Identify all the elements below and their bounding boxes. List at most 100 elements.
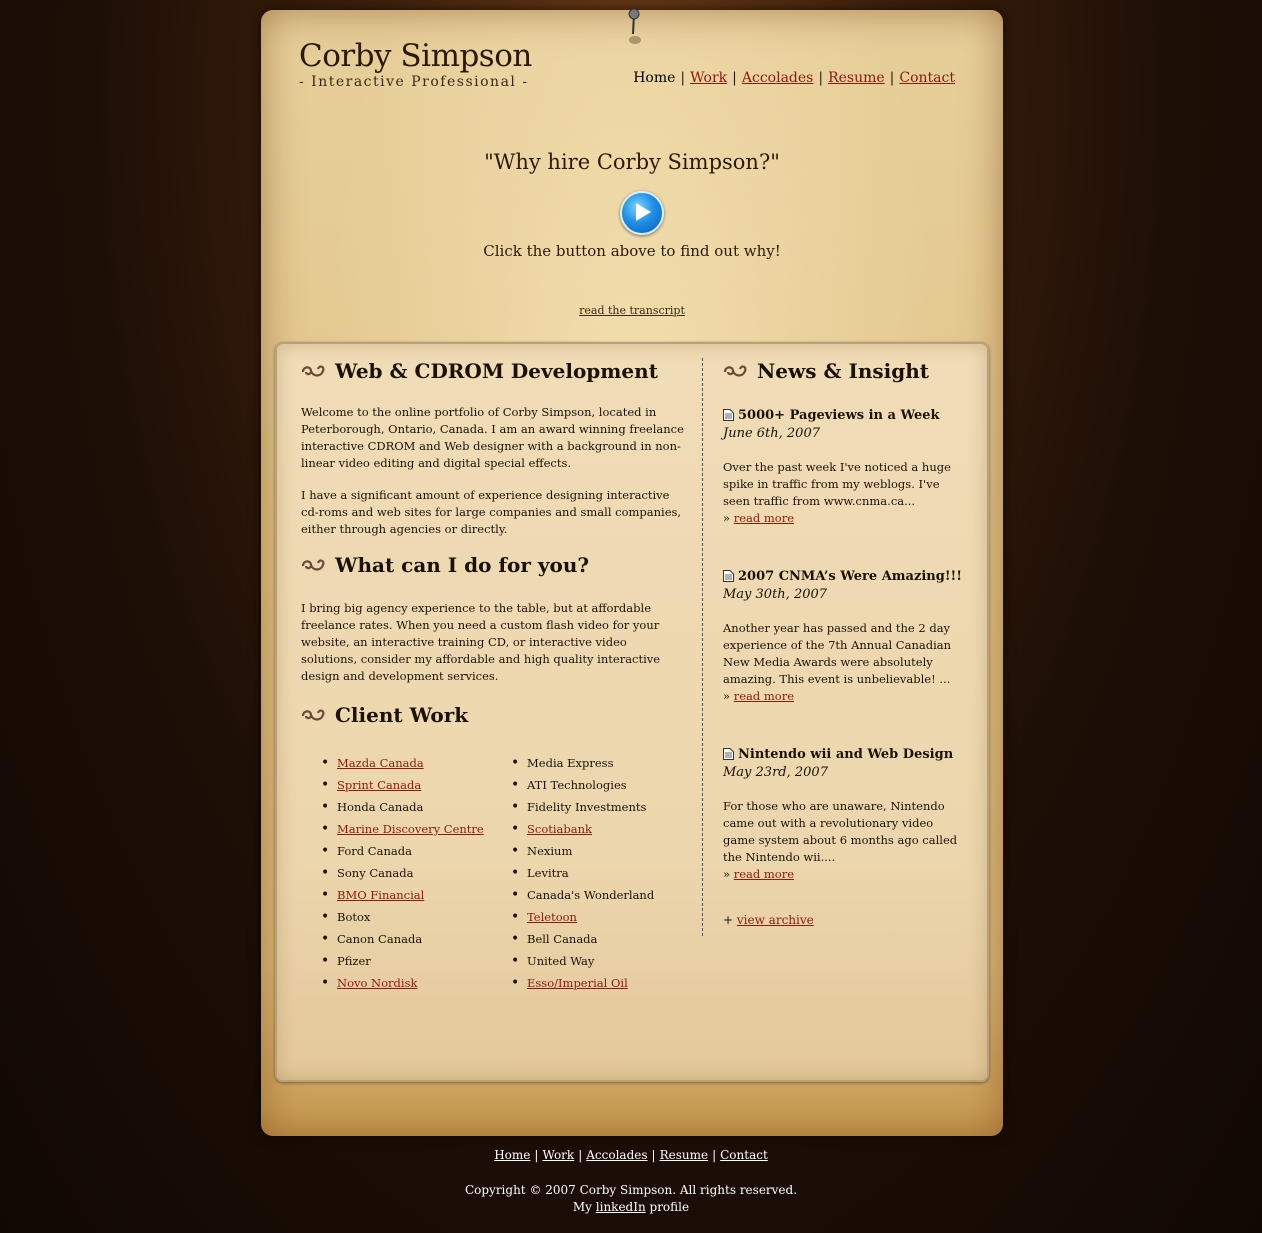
profile-prefix: My: [572, 1200, 596, 1214]
document-icon: [723, 748, 734, 760]
news-item: 5000+ Pageviews in a Week June 6th, 2007…: [723, 406, 968, 527]
client-link[interactable]: Teletoon: [527, 910, 577, 924]
client-name: Pfizer: [337, 954, 371, 968]
play-button[interactable]: [620, 191, 664, 235]
client-name: Bell Canada: [527, 932, 598, 946]
news-item: Nintendo wii and Web Design May 23rd, 20…: [723, 745, 968, 883]
read-more-prefix: »: [723, 689, 734, 703]
client-name: Sony Canada: [337, 866, 414, 880]
view-archive-link[interactable]: view archive: [737, 913, 814, 927]
read-more-link[interactable]: read more: [734, 511, 794, 525]
client-list-item: Honda Canada: [301, 796, 491, 818]
nav-resume[interactable]: Resume: [828, 70, 885, 86]
client-link[interactable]: BMO Financial: [337, 888, 424, 902]
client-list-item: BMO Financial: [301, 884, 491, 906]
transcript-link[interactable]: read the transcript: [579, 304, 685, 317]
profile-suffix: profile: [645, 1200, 690, 1214]
pin-icon: [628, 8, 641, 44]
intro-paragraph-1: Welcome to the online portfolio of Corby…: [301, 405, 684, 470]
client-list-item: Sprint Canada: [301, 774, 491, 796]
hero-question: "Why hire Corby Simpson?": [484, 150, 780, 174]
news-title: 2007 CNMA’s Were Amazing!!!: [723, 567, 968, 585]
read-more-link[interactable]: read more: [734, 689, 794, 703]
client-link[interactable]: Sprint Canada: [337, 778, 421, 792]
client-name: Levitra: [527, 866, 569, 880]
profile-line: My linkedIn profile: [0, 1199, 1262, 1216]
nav-accolades[interactable]: Accolades: [742, 70, 813, 86]
client-name: Botox: [337, 910, 371, 924]
client-list-column-2: Media Express ATI Technologies Fidelity In…: [491, 752, 654, 994]
client-name: United Way: [527, 954, 595, 968]
section-title-text: News & Insight: [757, 359, 929, 383]
client-link[interactable]: Marine Discovery Centre: [337, 822, 484, 836]
document-icon: [723, 409, 734, 421]
footer-nav: Home | Work | Accolades | Resume | Contact: [494, 1148, 768, 1162]
news-excerpt: For those who are unaware, Nintendo came…: [723, 799, 958, 864]
site-title: Corby Simpson: [299, 38, 532, 74]
news-item: 2007 CNMA’s Were Amazing!!! May 30th, 20…: [723, 567, 968, 705]
client-list-item: Esso/Imperial Oil: [491, 972, 654, 994]
play-icon: [636, 203, 651, 221]
client-list-column-1: Mazda Canada Sprint Canada Honda Canada Mar…: [301, 752, 491, 994]
news-date: May 30th, 2007: [723, 587, 828, 602]
client-name: Canada's Wonderland: [527, 888, 655, 902]
client-list: Mazda Canada Sprint Canada Honda Canada Mar…: [301, 752, 685, 994]
client-link[interactable]: Mazda Canada: [337, 756, 424, 770]
client-list-item: Canon Canada: [301, 928, 491, 950]
right-column: News & Insight 5000+ Pageviews in a Week…: [723, 356, 968, 927]
top-nav: Home | Work | Accolades | Resume | Contact: [633, 70, 955, 86]
news-title: 5000+ Pageviews in a Week: [723, 406, 968, 424]
footer-copyright: Copyright © 2007 Corby Simpson. All righ…: [0, 1182, 1262, 1216]
content-panel: Web & CDROM Development Welcome to the o…: [275, 342, 989, 1082]
copyright-text: Copyright © 2007 Corby Simpson. All righ…: [464, 1183, 798, 1197]
client-name: Media Express: [527, 756, 614, 770]
client-list-item: Botox: [301, 906, 491, 928]
client-link[interactable]: Scotiabank: [527, 822, 592, 836]
linkedin-link[interactable]: linkedIn: [596, 1200, 646, 1214]
footer-link-work[interactable]: Work: [542, 1148, 574, 1162]
left-column: Web & CDROM Development Welcome to the o…: [301, 356, 685, 994]
section-title-clients: Client Work: [301, 700, 685, 730]
intro-paragraph-2: I have a significant amount of experienc…: [301, 488, 682, 536]
news-title-text[interactable]: 2007 CNMA’s Were Amazing!!!: [738, 569, 962, 584]
client-list-item: Levitra: [491, 862, 654, 884]
read-more-prefix: »: [723, 867, 734, 881]
client-list-item: Media Express: [491, 752, 654, 774]
client-list-item: Bell Canada: [491, 928, 654, 950]
services-paragraph: I bring big agency experience to the tab…: [301, 601, 661, 683]
nav-home[interactable]: Home: [633, 70, 675, 86]
news-excerpt: Over the past week I've noticed a huge s…: [723, 460, 951, 508]
section-title-text: Web & CDROM Development: [335, 359, 658, 383]
section-title-development: Web & CDROM Development: [301, 356, 685, 386]
news-title-text[interactable]: 5000+ Pageviews in a Week: [738, 408, 940, 423]
footer-link-contact[interactable]: Contact: [720, 1148, 768, 1162]
client-name: Ford Canada: [337, 844, 412, 858]
nav-work[interactable]: Work: [690, 70, 727, 86]
scroll-ornament-icon: [301, 365, 325, 377]
scroll-ornament-icon: [301, 709, 325, 721]
client-list-item: Novo Nordisk: [301, 972, 491, 994]
read-more-link[interactable]: read more: [734, 867, 794, 881]
news-excerpt: Another year has passed and the 2 day ex…: [723, 621, 952, 686]
client-link[interactable]: Novo Nordisk: [337, 976, 417, 990]
client-list-item: Teletoon: [491, 906, 654, 928]
hero-subtitle: Click the button above to find out why!: [483, 242, 781, 260]
footer-link-home[interactable]: Home: [494, 1148, 530, 1162]
client-list-item: United Way: [491, 950, 654, 972]
archive: + view archive: [723, 913, 968, 927]
section-title-services: What can I do for you?: [301, 550, 685, 580]
client-list-item: Mazda Canada: [301, 752, 491, 774]
client-link[interactable]: Esso/Imperial Oil: [527, 976, 628, 990]
client-list-item: Pfizer: [301, 950, 491, 972]
nav-contact[interactable]: Contact: [899, 70, 955, 86]
paper-page: Corby Simpson - Interactive Professional…: [261, 8, 1003, 1136]
footer-link-resume[interactable]: Resume: [660, 1148, 709, 1162]
footer-link-accolades[interactable]: Accolades: [586, 1148, 647, 1162]
section-title-text: What can I do for you?: [335, 553, 590, 577]
news-date: May 23rd, 2007: [723, 765, 828, 780]
client-list-item: Canada's Wonderland: [491, 884, 654, 906]
client-name: ATI Technologies: [527, 778, 627, 792]
news-title: Nintendo wii and Web Design: [723, 745, 968, 763]
news-title-text[interactable]: Nintendo wii and Web Design: [738, 747, 953, 762]
client-list-item: Nexium: [491, 840, 654, 862]
